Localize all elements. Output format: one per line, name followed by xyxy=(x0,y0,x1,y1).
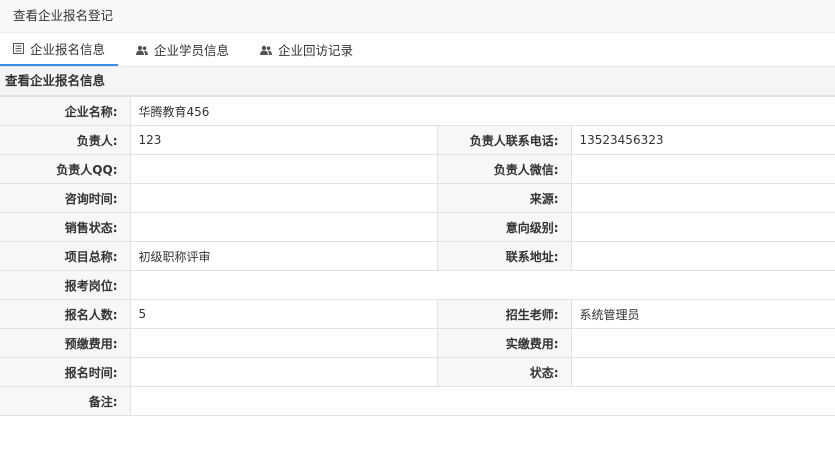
enroll-time-label: 报名时间: xyxy=(0,357,131,387)
contact-phone-value: 13523456323 xyxy=(570,125,835,155)
users-icon xyxy=(260,45,273,55)
sales-status-label: 销售状态: xyxy=(0,212,131,242)
tab-company-visit-records[interactable]: 企业回访记录 xyxy=(247,33,366,66)
company-name-value: 华腾教育456 xyxy=(129,96,835,126)
source-value xyxy=(570,183,835,213)
paid-fee-label: 实缴费用: xyxy=(436,328,572,358)
project-name-value: 初级职称评审 xyxy=(129,241,438,271)
list-icon xyxy=(13,43,24,54)
person-in-charge-value: 123 xyxy=(129,125,438,155)
prepaid-fee-label: 预缴费用: xyxy=(0,328,131,358)
tab-label: 企业学员信息 xyxy=(154,43,230,58)
tab-label: 企业报名信息 xyxy=(30,42,106,57)
page-title: 查看企业报名登记 xyxy=(0,0,835,33)
exam-position-value xyxy=(129,270,835,300)
intent-level-value xyxy=(570,212,835,242)
tab-company-students-info[interactable]: 企业学员信息 xyxy=(123,33,242,66)
prepaid-fee-value xyxy=(129,328,438,358)
enroll-time-value xyxy=(129,357,438,387)
table-row: 负责人: 123 负责人联系电话: 13523456323 xyxy=(0,125,835,155)
sales-status-value xyxy=(129,212,438,242)
table-row: 预缴费用: 实缴费用: xyxy=(0,328,835,358)
remark-value xyxy=(129,386,835,416)
table-row: 报考岗位: xyxy=(0,270,835,300)
status-label: 状态: xyxy=(436,357,572,387)
remark-label: 备注: xyxy=(0,386,131,416)
enroll-count-label: 报名人数: xyxy=(0,299,131,329)
teacher-label: 招生老师: xyxy=(436,299,572,329)
address-label: 联系地址: xyxy=(436,241,572,271)
table-row: 咨询时间: 来源: xyxy=(0,183,835,213)
consult-time-label: 咨询时间: xyxy=(0,183,131,213)
section-title: 查看企业报名信息 xyxy=(0,67,835,96)
table-row: 销售状态: 意向级别: xyxy=(0,212,835,242)
wechat-value xyxy=(570,154,835,184)
users-icon xyxy=(136,45,149,55)
intent-level-label: 意向级别: xyxy=(436,212,572,242)
table-row: 报名时间: 状态: xyxy=(0,357,835,387)
project-name-label: 项目总称: xyxy=(0,241,131,271)
source-label: 来源: xyxy=(436,183,572,213)
teacher-value: 系统管理员 xyxy=(570,299,835,329)
enrollment-detail-table: 企业名称: 华腾教育456 负责人: 123 负责人联系电话: 13523456… xyxy=(0,96,835,416)
table-row: 负责人QQ: 负责人微信: xyxy=(0,154,835,184)
status-value xyxy=(570,357,835,387)
address-value xyxy=(570,241,835,271)
paid-fee-value xyxy=(570,328,835,358)
consult-time-value xyxy=(129,183,438,213)
exam-position-label: 报考岗位: xyxy=(0,270,131,300)
person-in-charge-label: 负责人: xyxy=(0,125,131,155)
qq-label: 负责人QQ: xyxy=(0,154,131,184)
contact-phone-label: 负责人联系电话: xyxy=(436,125,572,155)
company-name-label: 企业名称: xyxy=(0,96,131,126)
wechat-label: 负责人微信: xyxy=(436,154,572,184)
table-row: 项目总称: 初级职称评审 联系地址: xyxy=(0,241,835,271)
table-row: 企业名称: 华腾教育456 xyxy=(0,96,835,126)
enroll-count-value: 5 xyxy=(129,299,438,329)
table-row: 备注: xyxy=(0,386,835,416)
table-row: 报名人数: 5 招生老师: 系统管理员 xyxy=(0,299,835,329)
tab-company-enrollment-info[interactable]: 企业报名信息 xyxy=(0,33,119,66)
tab-label: 企业回访记录 xyxy=(278,43,354,58)
tab-bar: 企业报名信息 企业学员信息 企业回访记录 xyxy=(0,33,835,67)
qq-value xyxy=(129,154,438,184)
